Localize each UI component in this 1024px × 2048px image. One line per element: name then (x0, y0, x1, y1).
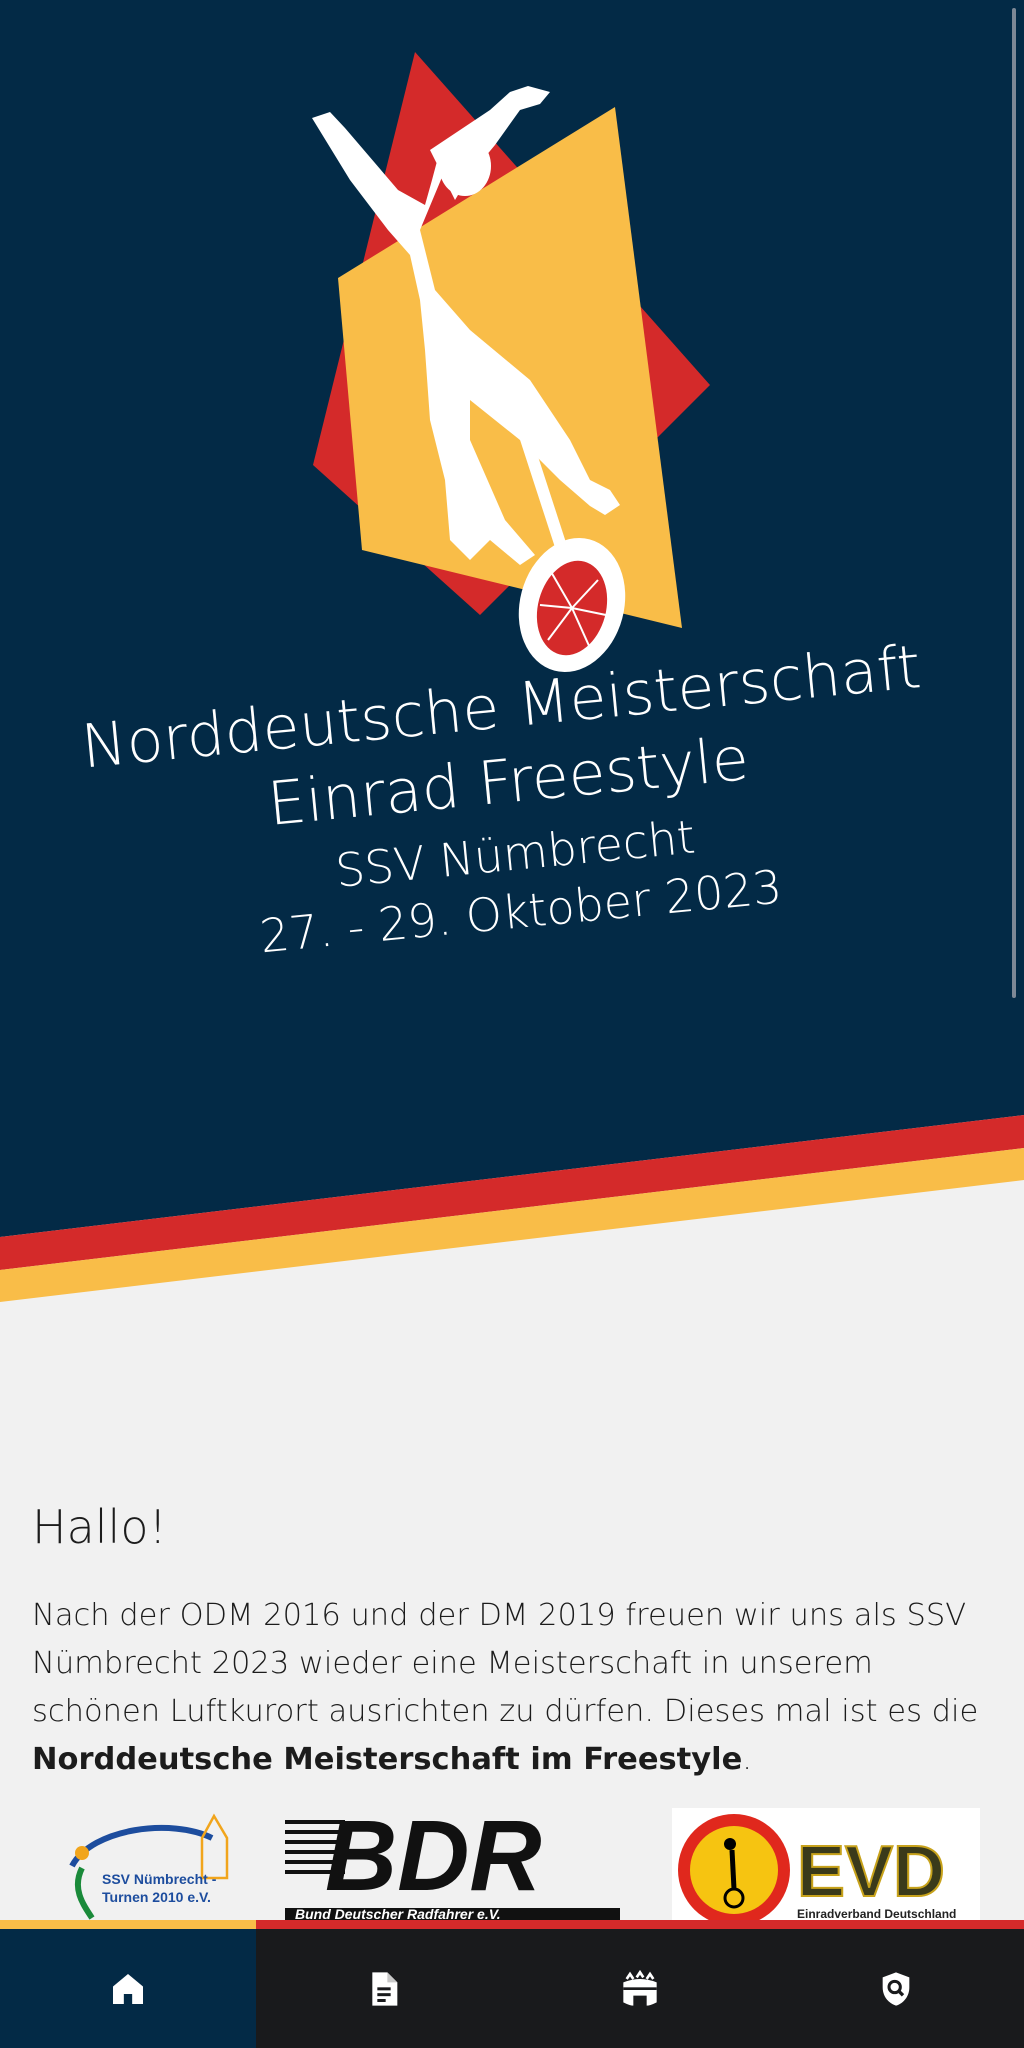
ssv-logo-graphic: SSV Nümbrecht - Turnen 2010 e.V. (69, 1813, 229, 1920)
ssv-logo-line1: SSV Nümbrecht - (102, 1871, 217, 1887)
tab-search[interactable] (768, 1929, 1024, 2048)
home-icon (113, 1973, 143, 2004)
sponsor-logos: SSV Nümbrecht - Turnen 2010 e.V. BDR Bun… (0, 1808, 1024, 1920)
intro-end: . (742, 1742, 752, 1777)
document-icon (372, 1971, 398, 2006)
arena-icon (623, 1969, 657, 2006)
bdr-logo-mark: BDR (325, 1808, 542, 1912)
ssv-logo[interactable]: SSV Nümbrecht - Turnen 2010 e.V. (52, 1808, 252, 1920)
tab-active-indicator (0, 1920, 256, 1929)
main-content: Hallo! Nach der ODM 2016 und der DM 2019… (32, 1500, 992, 1784)
intro-bold: Norddeutsche Meisterschaft im Freestyle (32, 1742, 743, 1777)
greeting-heading: Hallo! (32, 1500, 167, 1554)
bdr-logo-graphic: BDR Bund Deutscher Radfahrer e.V. (285, 1808, 620, 1920)
intro-text: Nach der ODM 2016 und der DM 2019 freuen… (32, 1598, 979, 1729)
bdr-logo-caption: Bund Deutscher Radfahrer e.V. (295, 1906, 501, 1920)
tab-home[interactable] (0, 1929, 256, 2048)
scrollbar[interactable] (1012, 8, 1016, 998)
evd-logo-mark: EVD (797, 1832, 945, 1912)
evd-logo-caption: Einradverband Deutschland (797, 1907, 956, 1920)
ssv-logo-line2: Turnen 2010 e.V. (102, 1889, 211, 1905)
bdr-logo[interactable]: BDR Bund Deutscher Radfahrer e.V. (285, 1808, 630, 1920)
bottom-tab-bar (0, 1920, 1024, 2048)
evd-logo[interactable]: EVD Einradverband Deutschland (672, 1808, 980, 1920)
evd-logo-graphic: EVD Einradverband Deutschland (678, 1814, 956, 1920)
intro-paragraph: Nach der ODM 2016 und der DM 2019 freuen… (32, 1592, 992, 1784)
tab-documents[interactable] (256, 1929, 512, 2048)
unicyclist-logo (312, 52, 710, 673)
hero-banner: Norddeutsche Meisterschaft Einrad Freest… (0, 0, 1024, 1310)
tab-arena[interactable] (512, 1929, 768, 2048)
shield-search-icon (882, 1971, 910, 2006)
